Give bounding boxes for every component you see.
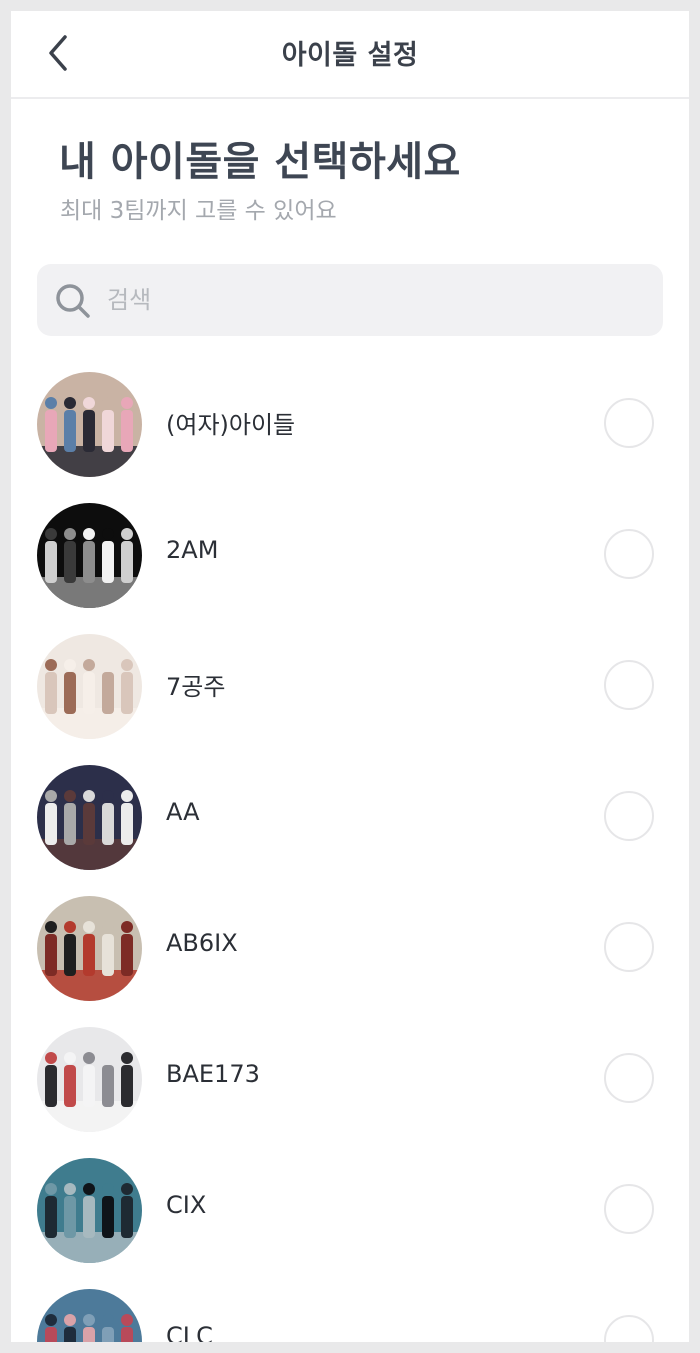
idol-name: CIX (166, 1191, 207, 1219)
idol-name: 2AM (166, 536, 219, 564)
idol-row[interactable]: CIX (11, 1155, 689, 1286)
idol-row[interactable]: BAE173 (11, 1024, 689, 1155)
idol-row[interactable]: 7공주 (11, 631, 689, 762)
search-icon (56, 284, 90, 318)
select-radio[interactable] (604, 398, 654, 448)
group-photo (37, 896, 142, 1001)
idol-row[interactable]: CLC (11, 1286, 689, 1342)
idol-name: AB6IX (166, 929, 238, 957)
search-bar[interactable] (37, 264, 663, 336)
selection-subtitle: 최대 3팀까지 고를 수 있어요 (60, 198, 337, 224)
selection-heading: 내 아이돌을 선택하세요 (59, 139, 461, 185)
select-radio[interactable] (604, 1053, 654, 1103)
idol-avatar (37, 1158, 142, 1263)
search-input[interactable] (107, 264, 647, 336)
idol-name: AA (166, 798, 200, 826)
idol-avatar (37, 1289, 142, 1342)
idol-name: (여자)아이들 (166, 411, 296, 439)
idol-list: (여자)아이들 2AM 7공주 AA AB6IX BAE173 CIX CLC (11, 369, 689, 1342)
idol-avatar (37, 372, 142, 477)
idol-avatar (37, 896, 142, 1001)
nav-bar: 아이돌 설정 (11, 11, 689, 99)
page-title: 아이돌 설정 (281, 40, 419, 71)
group-photo (37, 1027, 142, 1132)
select-radio[interactable] (604, 1184, 654, 1234)
group-photo (37, 634, 142, 739)
idol-name: 7공주 (166, 673, 226, 701)
group-photo (37, 372, 142, 477)
idol-row[interactable]: AA (11, 762, 689, 893)
idol-row[interactable]: AB6IX (11, 893, 689, 1024)
idol-name: BAE173 (166, 1060, 260, 1088)
select-radio[interactable] (604, 922, 654, 972)
select-radio[interactable] (604, 529, 654, 579)
idol-avatar (37, 634, 142, 739)
select-radio[interactable] (604, 660, 654, 710)
idol-avatar (37, 1027, 142, 1132)
select-radio[interactable] (604, 791, 654, 841)
idol-name: CLC (166, 1322, 213, 1342)
select-radio[interactable] (604, 1315, 654, 1342)
app-screen: 아이돌 설정 내 아이돌을 선택하세요 최대 3팀까지 고를 수 있어요 (여자… (11, 11, 689, 1342)
idol-avatar (37, 503, 142, 608)
group-photo (37, 503, 142, 608)
idol-avatar (37, 765, 142, 870)
group-photo (37, 765, 142, 870)
group-photo (37, 1158, 142, 1263)
idol-row[interactable]: 2AM (11, 500, 689, 631)
group-photo (37, 1289, 142, 1342)
idol-row[interactable]: (여자)아이들 (11, 369, 689, 500)
